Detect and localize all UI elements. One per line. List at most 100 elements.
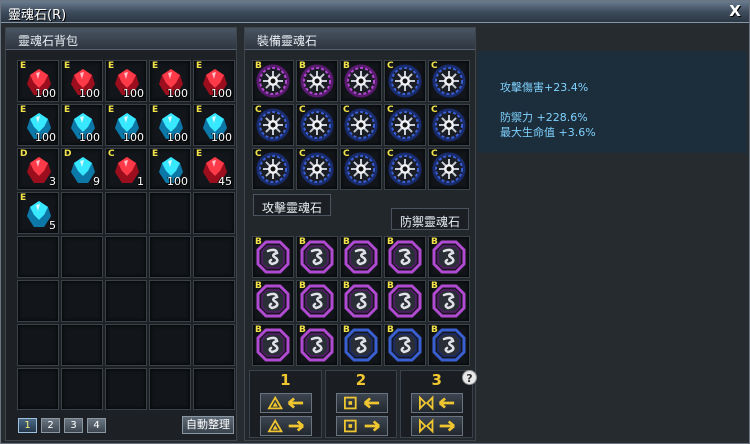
inventory-slot[interactable]: [105, 236, 147, 278]
page-button-2[interactable]: 2: [41, 418, 60, 433]
inventory-slot[interactable]: [17, 280, 59, 322]
tab-defense-soulstone[interactable]: 防禦靈魂石: [391, 208, 470, 230]
inventory-slot[interactable]: [61, 192, 103, 234]
inventory-slot[interactable]: E 100: [193, 104, 235, 146]
inventory-slot[interactable]: [17, 368, 59, 410]
attack-slot[interactable]: C: [340, 104, 382, 146]
inventory-slot[interactable]: C1: [105, 148, 147, 190]
triangle-arrow-left-icon: [267, 395, 304, 410]
defense-slot[interactable]: B: [428, 280, 470, 322]
attack-slot[interactable]: C: [384, 148, 426, 190]
load-preset-button[interactable]: [260, 393, 312, 413]
defense-slot[interactable]: B: [384, 324, 426, 366]
defense-slot[interactable]: B: [340, 280, 382, 322]
inventory-slot[interactable]: [17, 324, 59, 366]
tab-attack-soulstone[interactable]: 攻擊靈魂石: [253, 194, 332, 216]
inventory-slot[interactable]: E 100: [17, 60, 59, 102]
save-preset-button[interactable]: [411, 416, 464, 436]
item-quantity: 100: [123, 87, 144, 100]
equipped-soulstone-panel: 裝備靈魂石 BBBCCCCCCCCCCCC 攻擊靈魂石 防禦靈魂石 BBBBBB…: [244, 27, 477, 441]
defense-slot[interactable]: B: [296, 324, 338, 366]
inventory-slot[interactable]: [193, 192, 235, 234]
defense-slot[interactable]: B: [252, 236, 294, 278]
attack-slot[interactable]: C: [296, 148, 338, 190]
defense-slot[interactable]: B: [252, 280, 294, 322]
inventory-slot[interactable]: E 100: [193, 60, 235, 102]
grade-badge: C: [343, 105, 350, 115]
inventory-slot[interactable]: E 100: [105, 60, 147, 102]
attack-slot[interactable]: B: [340, 60, 382, 102]
inventory-slot[interactable]: E 100: [61, 60, 103, 102]
save-preset-button[interactable]: [335, 416, 388, 436]
page-button-3[interactable]: 3: [64, 418, 83, 433]
grade-badge: B: [255, 237, 262, 247]
inventory-slot[interactable]: [149, 368, 191, 410]
inventory-slot[interactable]: [61, 324, 103, 366]
attack-slot[interactable]: C: [428, 60, 470, 102]
inventory-slot[interactable]: [193, 368, 235, 410]
auto-sort-button[interactable]: 自動整理: [182, 416, 234, 434]
inventory-slot[interactable]: E 100: [149, 104, 191, 146]
help-icon[interactable]: ?: [462, 370, 477, 385]
attack-slot[interactable]: C: [252, 148, 294, 190]
attack-slot[interactable]: C: [296, 104, 338, 146]
grade-badge: B: [299, 281, 306, 291]
inventory-slot[interactable]: [105, 280, 147, 322]
inventory-slot[interactable]: [149, 280, 191, 322]
inventory-slot[interactable]: E 100: [61, 104, 103, 146]
attack-slot[interactable]: C: [384, 104, 426, 146]
grade-badge: C: [431, 61, 438, 71]
inventory-slot[interactable]: E 100: [149, 148, 191, 190]
inventory-slot[interactable]: [61, 280, 103, 322]
inventory-slot[interactable]: [193, 280, 235, 322]
title-bar[interactable]: 靈魂石(R) X: [1, 1, 749, 23]
attack-slot[interactable]: C: [428, 148, 470, 190]
save-preset-button[interactable]: [260, 416, 312, 436]
inventory-slot[interactable]: [61, 236, 103, 278]
defense-slot[interactable]: B: [384, 236, 426, 278]
defense-slot[interactable]: B: [296, 236, 338, 278]
attack-slot[interactable]: B: [296, 60, 338, 102]
grade-badge: B: [299, 325, 306, 335]
load-preset-button[interactable]: [335, 393, 388, 413]
square-arrow-left-icon: [343, 396, 379, 410]
grade-badge: C: [255, 149, 262, 159]
inventory-slot[interactable]: E 100: [149, 60, 191, 102]
defense-slot[interactable]: B: [252, 324, 294, 366]
inventory-slot[interactable]: [105, 368, 147, 410]
grade-badge: E: [196, 149, 203, 159]
inventory-slot[interactable]: [193, 324, 235, 366]
defense-slot[interactable]: B: [428, 236, 470, 278]
grade-badge: B: [387, 281, 394, 291]
inventory-slot[interactable]: E 100: [105, 104, 147, 146]
item-quantity: 100: [211, 87, 232, 100]
defense-slot[interactable]: B: [340, 324, 382, 366]
inventory-slot[interactable]: D3: [17, 148, 59, 190]
attack-slot[interactable]: C: [428, 104, 470, 146]
close-button[interactable]: X: [727, 2, 743, 20]
defense-slot[interactable]: B: [296, 280, 338, 322]
attack-slot[interactable]: B: [252, 60, 294, 102]
page-button-1[interactable]: 1: [18, 418, 37, 433]
defense-slot[interactable]: B: [428, 324, 470, 366]
inventory-slot[interactable]: [105, 192, 147, 234]
inventory-slot[interactable]: E 100: [17, 104, 59, 146]
page-button-4[interactable]: 4: [87, 418, 106, 433]
inventory-slot[interactable]: D9: [61, 148, 103, 190]
inventory-slot[interactable]: [17, 236, 59, 278]
defense-slot[interactable]: B: [340, 236, 382, 278]
load-preset-button[interactable]: [411, 393, 464, 413]
defense-slot[interactable]: B: [384, 280, 426, 322]
inventory-slot[interactable]: E 45: [193, 148, 235, 190]
inventory-slot[interactable]: [105, 324, 147, 366]
attack-slot[interactable]: C: [384, 60, 426, 102]
attack-slot[interactable]: C: [340, 148, 382, 190]
inventory-slot[interactable]: [149, 192, 191, 234]
inventory-slot[interactable]: [149, 236, 191, 278]
inventory-grid: E 100 E 100 E 100 E 100 E 100 E 100 E 100 E 100 E 100 E 100…: [17, 60, 235, 410]
attack-slot[interactable]: C: [252, 104, 294, 146]
inventory-slot[interactable]: [149, 324, 191, 366]
inventory-slot[interactable]: [61, 368, 103, 410]
inventory-slot[interactable]: [193, 236, 235, 278]
inventory-slot[interactable]: E5: [17, 192, 59, 234]
